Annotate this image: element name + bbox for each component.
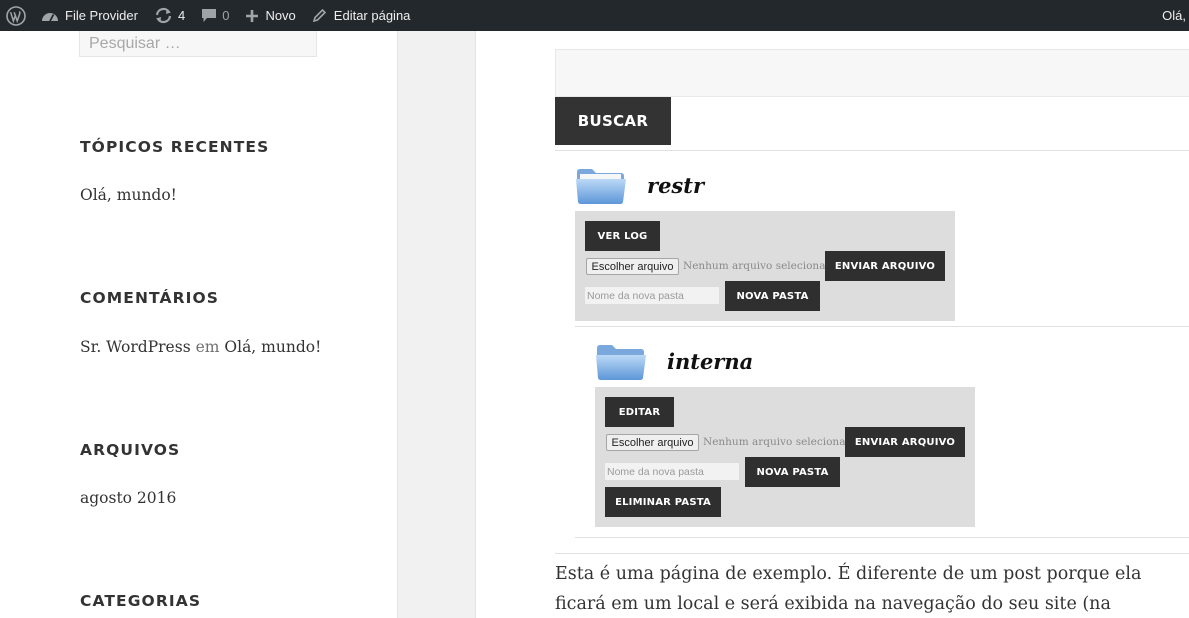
admin-bar: File Provider 4 0 Novo Editar página Olá… <box>0 0 1189 31</box>
sidebar-search <box>79 31 317 57</box>
edit-button[interactable]: EDITAR <box>605 397 674 427</box>
updates-count: 4 <box>177 8 186 23</box>
comment-author-link[interactable]: Sr. WordPress <box>80 338 191 356</box>
new-folder-input[interactable] <box>605 463 739 480</box>
recent-comment: Sr. WordPress em Olá, mundo! <box>80 338 321 356</box>
divider <box>555 150 1189 151</box>
edit-page-label: Editar página <box>333 8 411 23</box>
body-line: ficará em um local e será exibida na nav… <box>555 594 1111 614</box>
folder-actions-interna: EDITAR Escolher arquivo Nenhum arquivo s… <box>595 387 975 527</box>
choose-file-button[interactable]: Escolher arquivo <box>586 258 679 275</box>
wordpress-logo-button[interactable] <box>0 0 33 31</box>
file-search-input[interactable] <box>555 49 1189 97</box>
archive-link[interactable]: agosto 2016 <box>80 489 176 507</box>
folder-entry-restr[interactable]: restr <box>575 165 704 205</box>
folder-icon <box>596 345 646 380</box>
categories-title: CATEGORIAS <box>80 592 202 610</box>
comments-title: COMENTÁRIOS <box>80 289 220 307</box>
folder-entry-interna[interactable]: interna <box>595 341 753 381</box>
folder-actions-restr: VER LOG Escolher arquivo Nenhum arquivo … <box>575 211 955 321</box>
new-folder-button[interactable]: NOVA PASTA <box>725 281 820 311</box>
site-name-label: File Provider <box>65 8 138 23</box>
body-line: Esta é uma página de exemplo. É diferent… <box>555 564 1142 584</box>
search-button[interactable]: BUSCAR <box>555 97 671 145</box>
no-file-label: Nenhum arquivo selecionado <box>683 260 839 272</box>
view-log-button[interactable]: VER LOG <box>585 221 660 251</box>
pencil-icon <box>312 8 326 23</box>
folder-name: interna <box>667 348 754 374</box>
choose-file-button[interactable]: Escolher arquivo <box>606 434 699 451</box>
account-menu[interactable]: Olá, <box>1154 0 1189 31</box>
comment-icon <box>202 9 217 22</box>
send-file-button[interactable]: ENVIAR ARQUIVO <box>845 427 965 457</box>
sidebar: TÓPICOS RECENTES Olá, mundo! COMENTÁRIOS… <box>0 31 397 618</box>
new-label: Novo <box>265 8 296 23</box>
recent-post-link[interactable]: Olá, mundo! <box>80 186 177 204</box>
edit-page-link[interactable]: Editar página <box>304 0 419 31</box>
content-gutter <box>397 31 476 618</box>
divider <box>575 537 1189 538</box>
new-folder-input[interactable] <box>585 287 719 304</box>
plus-icon <box>246 9 259 22</box>
greeting-label: Olá, <box>1162 8 1186 23</box>
comments-link[interactable]: 0 <box>193 0 237 31</box>
updates-icon <box>155 7 172 24</box>
dashboard-icon <box>42 12 58 21</box>
comment-connector: em <box>195 338 220 356</box>
send-file-button[interactable]: ENVIAR ARQUIVO <box>825 251 945 281</box>
archives-title: ARQUIVOS <box>80 441 181 459</box>
divider <box>575 326 1189 327</box>
page-body-text: Esta é uma página de exemplo. É diferent… <box>555 559 1189 618</box>
folder-icon <box>576 169 626 204</box>
main-content: BUSCAR restr VER LOG Escolher arquivo Ne… <box>476 31 1189 618</box>
new-content-menu[interactable]: Novo <box>237 0 303 31</box>
delete-folder-button[interactable]: ELIMINAR PASTA <box>605 487 721 517</box>
recent-posts-title: TÓPICOS RECENTES <box>80 138 270 156</box>
search-input[interactable] <box>80 31 316 56</box>
new-folder-button[interactable]: NOVA PASTA <box>745 457 840 487</box>
divider <box>555 553 1189 554</box>
site-name-link[interactable]: File Provider <box>33 0 146 31</box>
folder-name: restr <box>647 172 705 198</box>
updates-link[interactable]: 4 <box>146 0 193 31</box>
no-file-label: Nenhum arquivo selecionado <box>703 436 859 448</box>
comments-count: 0 <box>222 8 230 23</box>
comment-post-link[interactable]: Olá, mundo! <box>224 338 321 356</box>
wordpress-icon <box>6 5 26 26</box>
